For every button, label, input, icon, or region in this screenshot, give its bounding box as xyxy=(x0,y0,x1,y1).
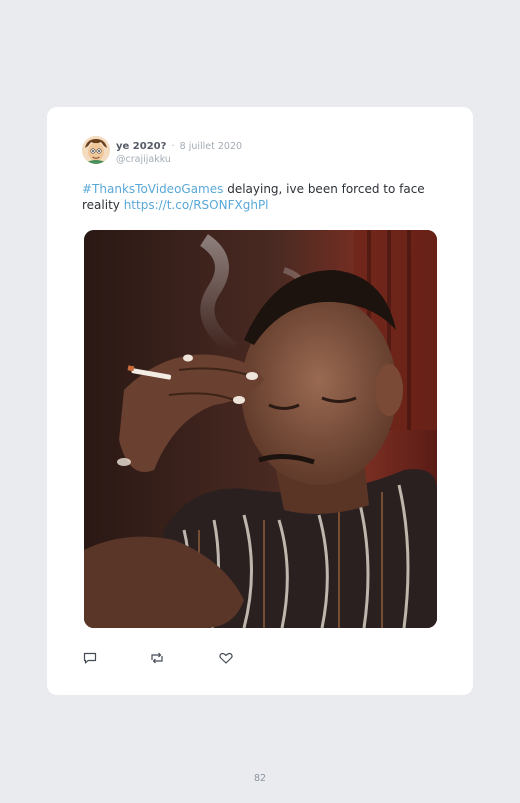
header-separator: · xyxy=(171,141,175,152)
retweet-icon[interactable] xyxy=(149,650,165,666)
user-handle[interactable]: @crajijakku xyxy=(116,153,242,166)
display-name[interactable]: ye 2020? xyxy=(116,141,166,152)
tweet-date[interactable]: 8 juillet 2020 xyxy=(180,141,242,152)
user-avatar[interactable] xyxy=(82,136,110,164)
tweet-header: ye 2020? · 8 juillet 2020 @crajijakku xyxy=(116,137,242,166)
heart-icon[interactable] xyxy=(218,650,234,666)
tweet-media-photo[interactable] xyxy=(84,230,437,628)
page-number: 82 xyxy=(253,773,267,784)
media-link[interactable]: https://t.co/RSONFXghPl xyxy=(124,198,269,212)
tweet-text: #ThanksToVideoGames delaying, ive been f… xyxy=(82,181,438,213)
reply-icon[interactable] xyxy=(82,650,98,666)
hashtag-link[interactable]: #ThanksToVideoGames xyxy=(82,182,223,196)
tweet-card: ye 2020? · 8 juillet 2020 @crajijakku #T… xyxy=(47,107,473,695)
